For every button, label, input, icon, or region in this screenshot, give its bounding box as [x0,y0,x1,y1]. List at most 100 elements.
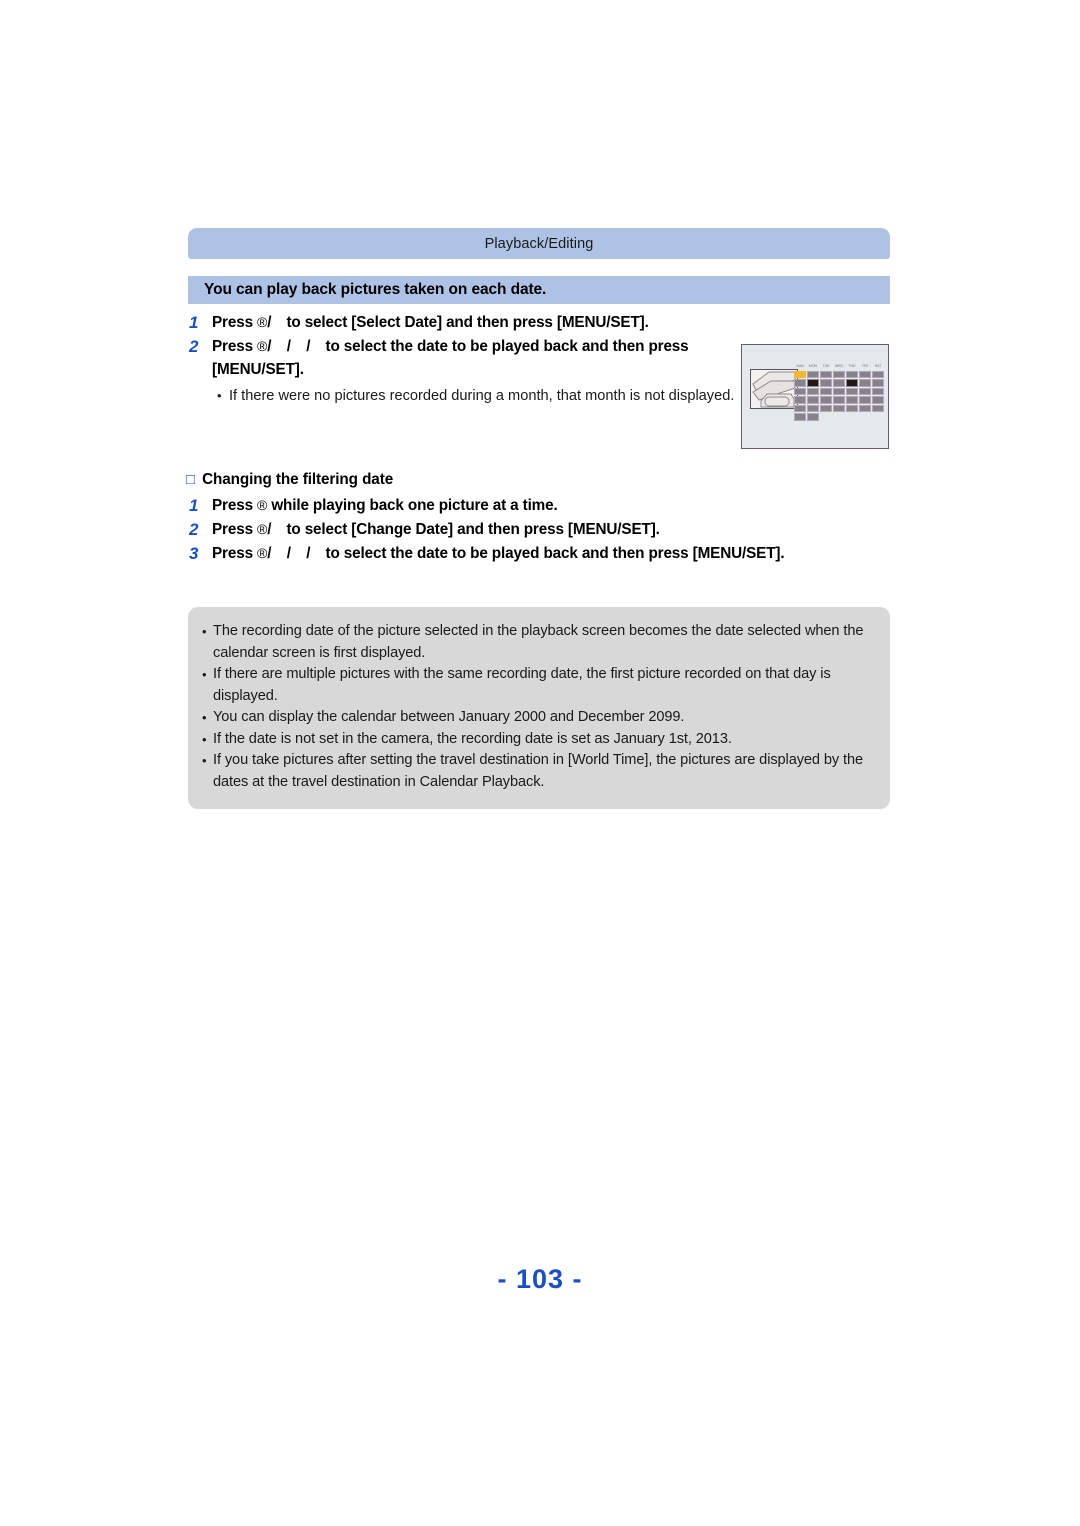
cursor-button-icon: ® [257,496,268,513]
bullet-dot: • [202,667,207,682]
calendar-row [794,370,884,379]
document-page: Playback/Editing You can play back pictu… [0,0,1080,1526]
calendar-cell[interactable] [820,404,832,413]
calendar-cell[interactable] [794,404,806,413]
calendar-cell[interactable] [833,387,845,396]
step-press-label: Press [212,521,258,538]
sub-bullet-text: If there were no pictures recorded durin… [229,388,735,404]
note-text: If there are multiple pictures with the … [213,666,831,704]
calendar-cell[interactable] [794,413,806,422]
calendar-cell[interactable] [794,396,806,404]
calendar-cell[interactable] [846,370,858,379]
calendar-cell[interactable] [807,396,819,404]
step-press-label: Press [212,497,258,514]
step-press-label: Press [212,545,258,562]
calendar-day-header: SAT [874,364,882,368]
calendar-cell-with-picture[interactable] [846,379,858,387]
photo-thumbnail-drawing [751,370,797,408]
step-item: 2 Press ®/ to select [Change Date] and t… [186,518,896,541]
calendar-cell[interactable] [807,404,819,413]
calendar-cell[interactable] [846,387,858,396]
calendar-cell[interactable] [833,404,845,413]
calendar-grid: SUN MON TUE WED THU FRI SAT [794,364,884,422]
step-text: Press ®/ / / to select the date to be pl… [212,335,746,381]
section-header-label: Playback/Editing [484,235,594,252]
calendar-cell[interactable] [859,379,871,387]
calendar-day-header: SUN [796,364,804,368]
calendar-cell[interactable] [807,370,819,379]
calendar-cell[interactable] [807,387,819,396]
calendar-cell-empty [820,413,832,421]
calendar-cell[interactable] [820,387,832,396]
subsection-heading: □ Changing the filtering date [186,470,393,490]
page-title: You can play back pictures taken on each… [204,281,547,298]
calendar-cell[interactable] [859,370,871,379]
note-text: You can display the calendar between Jan… [213,709,685,725]
calendar-cell[interactable] [872,387,884,396]
step-text: Press ®/ / / to select the date to be pl… [212,542,785,565]
section-header-bar: Playback/Editing [188,228,890,259]
sub-bullet-item: • If there were no pictures recorded dur… [217,385,746,407]
step-number: 2 [189,520,199,539]
bullet-dot: • [202,710,207,725]
calendar-cell[interactable] [820,370,832,379]
calendar-day-header: MON [809,364,817,368]
cursor-button-icon: ® [257,337,268,354]
calendar-cell[interactable] [859,404,871,413]
bullet-dot: • [202,731,207,747]
calendar-cell[interactable] [846,396,858,404]
step-instruction: to select [Change Date] and then press [… [286,521,660,538]
note-text: If you take pictures after setting the t… [213,752,864,790]
calendar-cell-selected[interactable] [794,370,806,379]
calendar-cell[interactable] [820,379,832,387]
camera-calendar-screen-illustration: SUN MON TUE WED THU FRI SAT [741,344,889,449]
calendar-cell[interactable] [859,387,871,396]
calendar-cell[interactable] [833,379,845,387]
calendar-cell-empty [872,413,884,421]
step-sub-bullets: • If there were no pictures recorded dur… [217,385,746,407]
calendar-cell[interactable] [846,404,858,413]
step-instruction: while playing back one picture at a time… [271,497,558,514]
calendar-cell[interactable] [872,370,884,379]
note-item: • The recording date of the picture sele… [202,621,874,664]
main-steps-list: 1 Press ®/ to select [Select Date] and t… [186,311,746,407]
photo-thumbnail [750,369,798,409]
step-press-label: Press [212,338,258,355]
calendar-cell[interactable] [794,387,806,396]
calendar-row [794,404,884,413]
step-instruction: to select the date to be played back and… [325,545,785,562]
filter-steps-list: 1 Press ® while playing back one picture… [186,494,896,566]
calendar-cell[interactable] [833,396,845,404]
bullet-dot: • [217,388,222,403]
calendar-row [794,387,884,396]
calendar-cell[interactable] [820,396,832,404]
calendar-cell[interactable] [872,396,884,404]
calendar-cell-with-picture[interactable] [807,379,819,387]
calendar-cell-empty [859,413,871,421]
calendar-cell[interactable] [833,370,845,379]
calendar-day-header: TUE [822,364,830,368]
calendar-cell[interactable] [872,404,884,413]
calendar-row [794,379,884,387]
bullet-dot: • [202,753,207,768]
calendar-cell-empty [833,413,845,421]
subsection-heading-label: Changing the filtering date [202,471,394,488]
step-text: Press ®/ to select [Change Date] and the… [212,518,660,541]
step-press-label: Press [212,314,258,331]
calendar-cell[interactable] [872,379,884,387]
step-instruction: to select [Select Date] and then press [… [286,314,649,331]
calendar-day-headers: SUN MON TUE WED THU FRI SAT [794,364,884,369]
calendar-cell[interactable] [859,396,871,404]
cursor-button-icon: ® [257,544,268,561]
note-item: • You can display the calendar between J… [202,707,874,729]
step-item: 2 Press ®/ / / to select the date to be … [186,335,746,381]
calendar-cell[interactable] [794,379,806,387]
note-item: • If there are multiple pictures with th… [202,664,874,707]
step-text: Press ®/ to select [Select Date] and the… [212,311,649,334]
calendar-day-header: FRI [862,364,868,368]
step-keys: / / / [267,338,311,355]
step-number: 2 [189,337,199,356]
calendar-cell[interactable] [807,413,819,422]
bullet-dot: • [202,624,207,639]
step-number: 1 [189,496,199,515]
